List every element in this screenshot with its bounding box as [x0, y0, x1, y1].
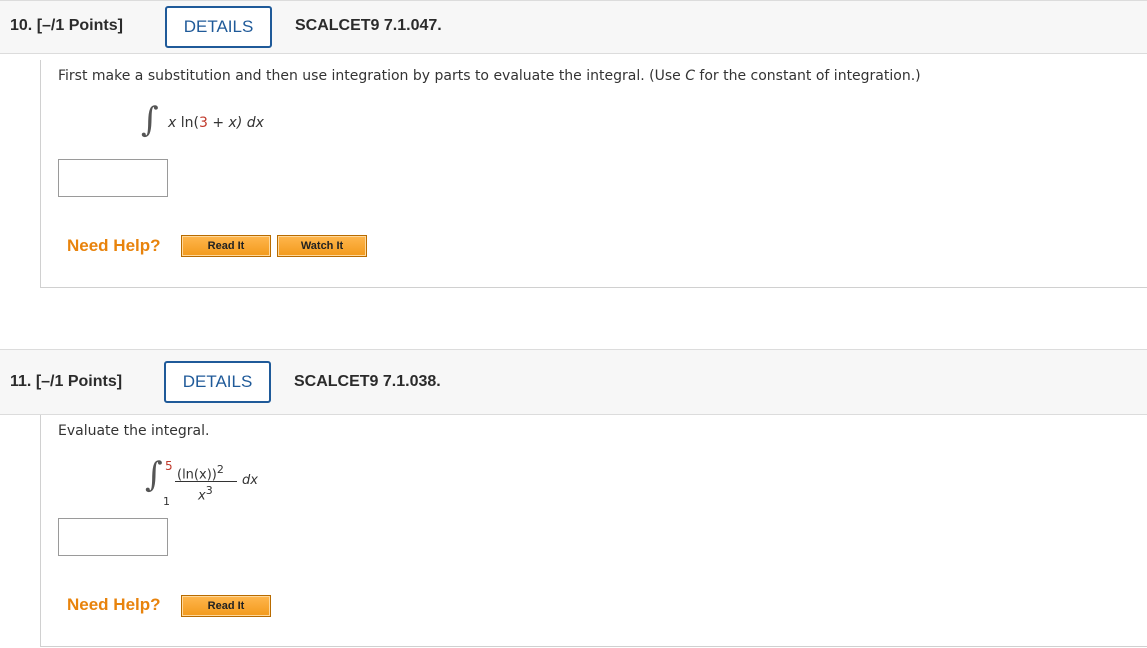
- differential: dx: [242, 473, 258, 488]
- prompt-text: First make a substitution and then use i…: [58, 68, 686, 84]
- question-10-body: First make a substitution and then use i…: [40, 60, 1147, 288]
- integrand-rest: + x) dx: [207, 115, 264, 131]
- integral-sign: ∫: [141, 100, 159, 140]
- integrand-x: x: [168, 115, 177, 131]
- question-11-body: Evaluate the integral. ∫ 5 1 (ln(x))2 x3…: [40, 415, 1147, 647]
- watch-it-button[interactable]: Watch It: [277, 235, 367, 257]
- numerator-exponent: 2: [216, 463, 224, 476]
- question-11-header: 11. [–/1 Points] DETAILS SCALCET9 7.1.03…: [0, 349, 1147, 415]
- details-button[interactable]: DETAILS: [164, 361, 271, 403]
- fraction-denominator: x3: [198, 484, 213, 503]
- answer-input[interactable]: [58, 518, 168, 556]
- question-prompt: Evaluate the integral.: [58, 423, 210, 439]
- integrand: x ln(3 + x) dx: [168, 115, 264, 131]
- integrand-ln: ln(: [180, 115, 199, 131]
- need-help-label: Need Help?: [67, 236, 161, 255]
- problem-code: SCALCET9 7.1.047.: [295, 17, 442, 34]
- lower-limit: 1: [163, 495, 170, 508]
- need-help-label: Need Help?: [67, 595, 161, 614]
- question-11-title: 11. [–/1 Points]: [10, 373, 122, 391]
- denominator-exponent: 3: [205, 484, 213, 497]
- fraction-numerator: (ln(x))2: [177, 463, 224, 482]
- denominator-text: x: [198, 488, 206, 504]
- prompt-text-end: for the constant of integration.): [694, 68, 921, 84]
- integrand-constant: 3: [198, 115, 208, 131]
- answer-input[interactable]: [58, 159, 168, 197]
- question-number: 10.: [10, 17, 33, 34]
- details-button[interactable]: DETAILS: [165, 6, 272, 48]
- integral-sign: ∫: [145, 455, 163, 495]
- question-10-header: 10. [–/1 Points] DETAILS SCALCET9 7.1.04…: [0, 0, 1147, 54]
- question-points: [–/1 Points]: [35, 373, 123, 390]
- question-number: 11.: [10, 373, 32, 390]
- read-it-button[interactable]: Read It: [181, 235, 271, 257]
- question-10-title: 10. [–/1 Points]: [10, 17, 123, 35]
- upper-limit: 5: [165, 459, 173, 473]
- read-it-button[interactable]: Read It: [181, 595, 271, 617]
- question-prompt: First make a substitution and then use i…: [58, 68, 921, 84]
- fraction-bar: [175, 481, 237, 482]
- question-points: [–/1 Points]: [36, 17, 123, 34]
- constant-variable: C: [685, 68, 695, 84]
- problem-code: SCALCET9 7.1.038.: [294, 373, 441, 390]
